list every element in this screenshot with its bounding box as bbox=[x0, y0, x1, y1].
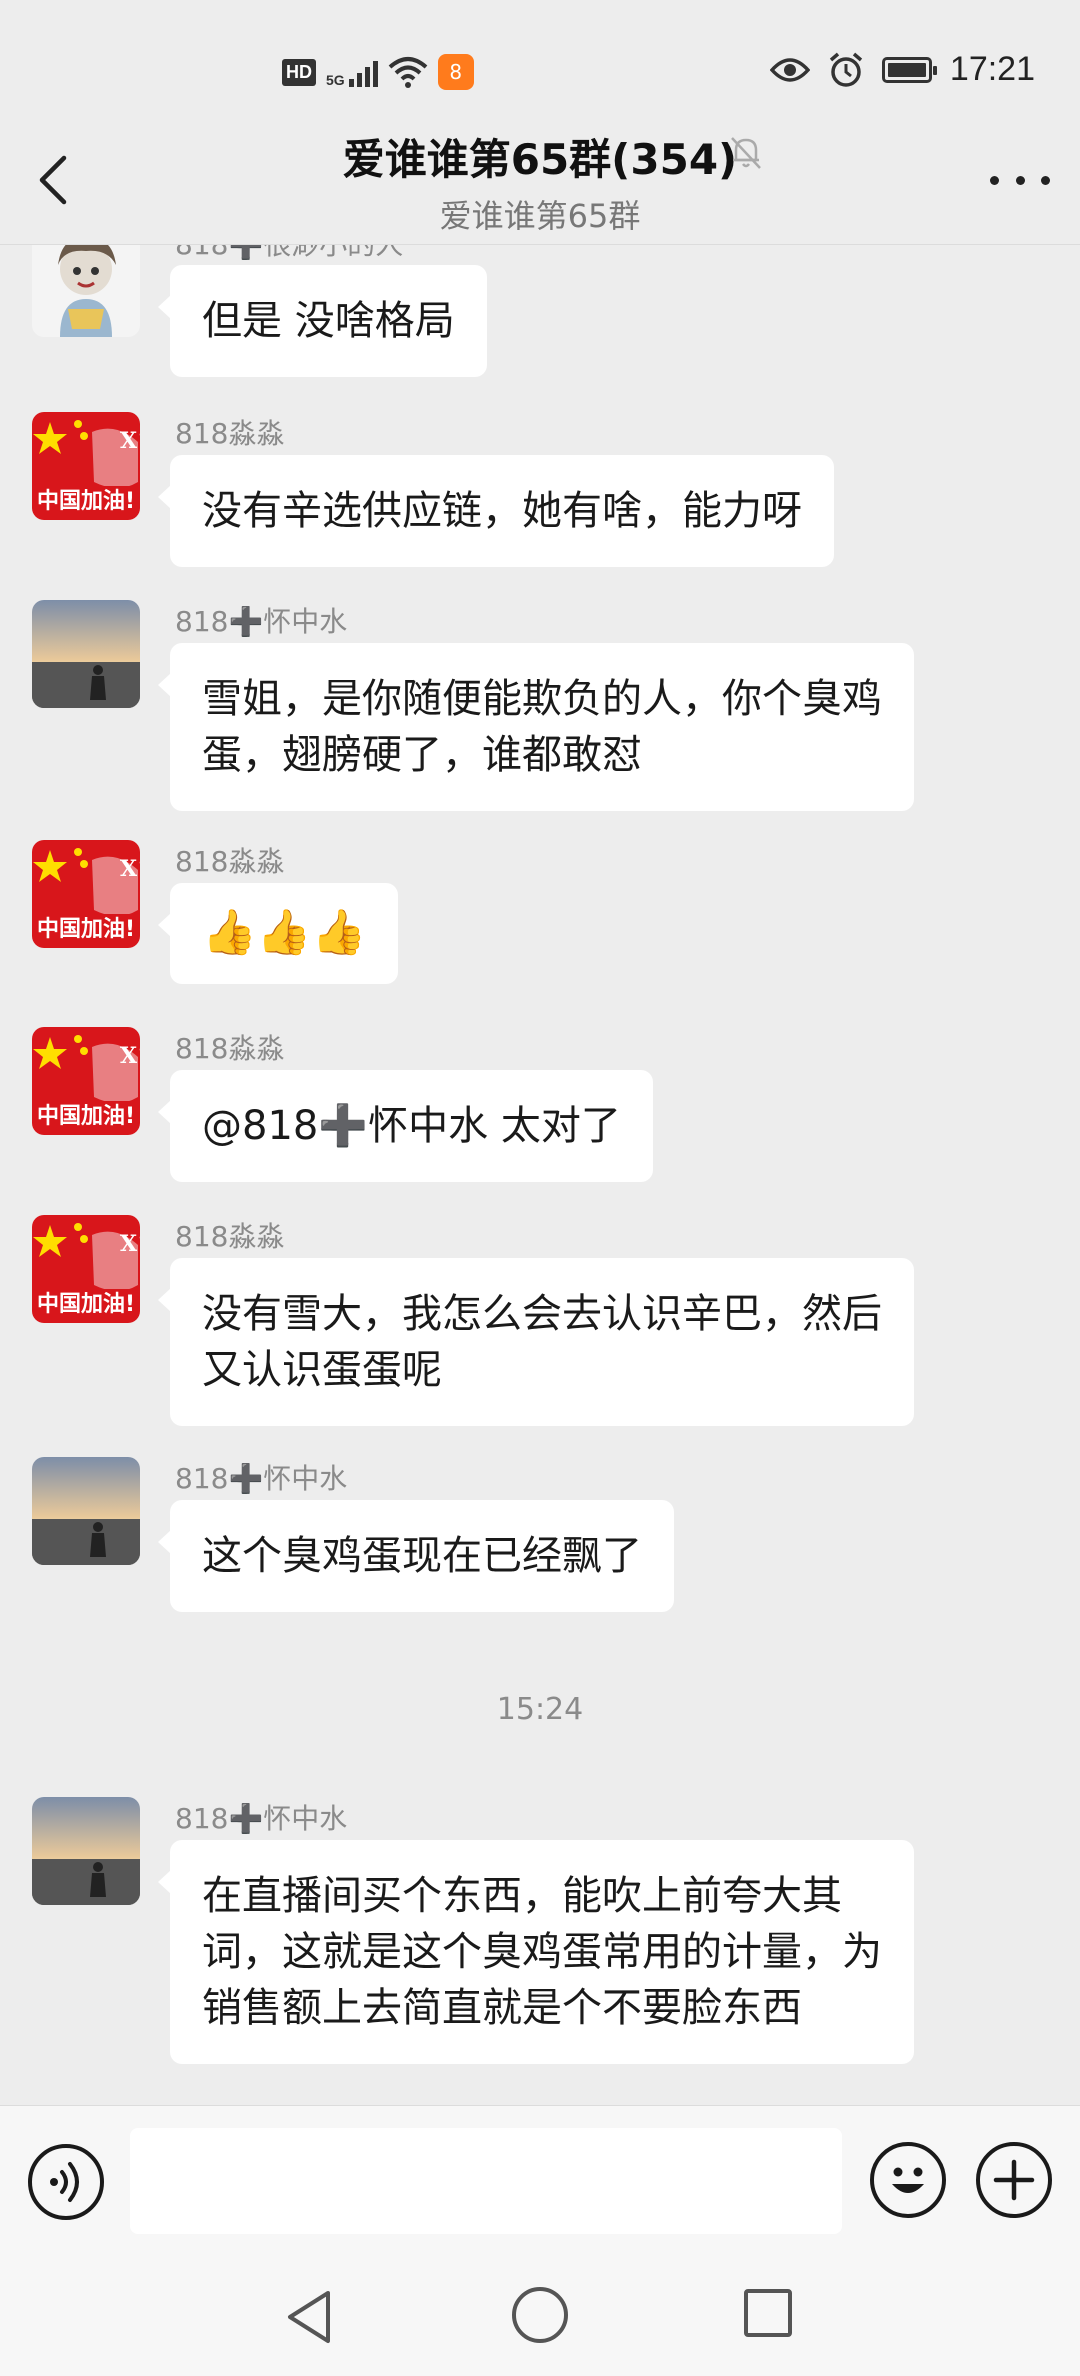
message-bubble[interactable]: 没有雪大，我怎么会去认识辛巴，然后又认识蛋蛋呢 bbox=[158, 1258, 914, 1426]
input-bar bbox=[0, 2105, 1080, 2265]
voice-button[interactable] bbox=[28, 2144, 104, 2220]
signal-bars bbox=[348, 57, 378, 87]
message-item: 818➕怀中水 雪姐，是你随便能欺负的人，你个臭鸡蛋，翅膀硬了，谁都敢怼 bbox=[0, 600, 1080, 811]
voice-icon bbox=[50, 2162, 79, 2202]
message-bubble[interactable]: 在直播间买个东西，能吹上前夸大其词，这就是这个臭鸡蛋常用的计量，为销售额上去简直… bbox=[158, 1840, 914, 2064]
battery-icon bbox=[881, 56, 937, 83]
title-block: 爱谁谁第65群(354) 爱谁谁第65群 bbox=[0, 126, 1080, 237]
sender-name: 818➕怀中水 bbox=[175, 1802, 348, 1835]
nav-recent-icon[interactable] bbox=[744, 2289, 792, 2337]
message-bubble[interactable]: 雪姐，是你随便能欺负的人，你个臭鸡蛋，翅膀硬了，谁都敢怼 bbox=[158, 643, 914, 811]
sender-name: 818淼淼 bbox=[175, 417, 285, 450]
svg-text:X1: X1 bbox=[120, 1231, 140, 1257]
message-bubble[interactable]: @818➕怀中水 太对了 bbox=[158, 1070, 653, 1182]
more-dots-icon bbox=[990, 175, 999, 185]
message-item: 818➕怀中水 在直播间买个东西，能吹上前夸大其词，这就是这个臭鸡蛋常用的计量，… bbox=[0, 1797, 1080, 2105]
flag-avatar-text: 中国加油! bbox=[37, 1104, 135, 1129]
sunset-silhouette-avatar[interactable] bbox=[32, 1457, 140, 1565]
sender-name: 818➕怀中水 bbox=[175, 605, 348, 638]
sunset-silhouette-avatar[interactable] bbox=[32, 1797, 140, 1905]
flag-avatar-text: 中国加油! bbox=[37, 917, 135, 942]
status-time: 17:21 bbox=[949, 50, 1035, 88]
status-left: HD 5G 8 bbox=[282, 54, 474, 90]
sender-name: 818淼淼 bbox=[175, 845, 285, 878]
flag-avatar-text: 中国加油! bbox=[37, 1292, 135, 1317]
emoji-icon bbox=[892, 2167, 924, 2193]
eye-icon bbox=[769, 57, 810, 82]
message-bubble[interactable]: 没有辛选供应链，她有啥，能力呀 bbox=[158, 455, 834, 567]
hd-icon: HD bbox=[282, 58, 316, 86]
cartoon-avatar[interactable] bbox=[32, 245, 140, 337]
message-item: X1 中国加油! 818淼淼 👍👍👍 bbox=[0, 840, 1080, 984]
sender-name: 818➕很渺小的人 bbox=[175, 245, 403, 263]
svg-text:X1: X1 bbox=[120, 1043, 140, 1069]
thumbs-up-emoji: 👍👍👍 bbox=[202, 907, 367, 958]
more-functions-button[interactable] bbox=[976, 2142, 1052, 2218]
message-input[interactable] bbox=[130, 2128, 842, 2234]
mute-bell-icon bbox=[731, 137, 761, 169]
message-item: X1 中国加油! 818淼淼 没有雪大，我怎么会去认识辛巴，然后又认识蛋蛋呢 bbox=[0, 1215, 1080, 1426]
china-flag-avatar[interactable]: X1 中国加油! bbox=[32, 412, 140, 520]
message-bubble[interactable]: 这个臭鸡蛋现在已经飘了 bbox=[158, 1500, 674, 1612]
more-options-button[interactable] bbox=[990, 165, 1050, 195]
china-flag-avatar[interactable]: X1 中国加油! bbox=[32, 1027, 140, 1135]
message-bubble[interactable]: 但是 没啥格局 bbox=[158, 265, 487, 377]
message-item: X1 中国加油! 818淼淼 没有辛选供应链，她有啥，能力呀 bbox=[0, 412, 1080, 567]
svg-text:X1: X1 bbox=[120, 856, 140, 882]
china-flag-avatar[interactable]: X1 中国加油! bbox=[32, 840, 140, 948]
flag-avatar-text: 中国加油! bbox=[37, 489, 135, 514]
message-bubble[interactable]: 👍👍👍 bbox=[157, 883, 399, 984]
alarm-icon bbox=[829, 52, 863, 87]
app-badge-glyph: 8 bbox=[449, 60, 463, 84]
emoji-button[interactable] bbox=[870, 2142, 946, 2218]
sender-name: 818淼淼 bbox=[175, 1032, 285, 1065]
chat-header: 爱谁谁第65群(354) 爱谁谁第65群 bbox=[0, 120, 1080, 245]
svg-text:X1: X1 bbox=[120, 428, 140, 454]
wifi-icon bbox=[388, 57, 428, 88]
message-item: 818➕很渺小的人 但是 没啥格局 bbox=[0, 245, 1080, 377]
nav-home-icon[interactable] bbox=[512, 2287, 568, 2343]
system-nav-bar bbox=[0, 2265, 1080, 2376]
chat-subtitle: 爱谁谁第65群 bbox=[439, 197, 641, 235]
5g-signal-icon: 5G bbox=[326, 57, 378, 87]
message-item: 818➕怀中水 这个臭鸡蛋现在已经飘了 bbox=[0, 1457, 1080, 1612]
message-list[interactable]: 818➕很渺小的人 但是 没啥格局 X1 中国加油! 818淼淼 没有辛选供应链… bbox=[0, 245, 1080, 2105]
sender-name: 818➕怀中水 bbox=[175, 1462, 348, 1495]
app-notification-icon: 8 bbox=[437, 54, 474, 90]
plus-icon bbox=[993, 2159, 1035, 2201]
sunset-silhouette-avatar[interactable] bbox=[32, 600, 140, 708]
message-item: X1 中国加油! 818淼淼 @818➕怀中水 太对了 bbox=[0, 1027, 1080, 1182]
sender-name: 818淼淼 bbox=[175, 1220, 285, 1253]
nav-back-icon[interactable] bbox=[282, 2287, 338, 2347]
timestamp-separator: 15:24 bbox=[496, 1692, 584, 1727]
chat-title: 爱谁谁第65群(354) bbox=[342, 135, 738, 184]
signal-label: 5G bbox=[326, 72, 345, 88]
status-right: 17:21 bbox=[769, 50, 1035, 89]
china-flag-avatar[interactable]: X1 中国加油! bbox=[32, 1215, 140, 1323]
